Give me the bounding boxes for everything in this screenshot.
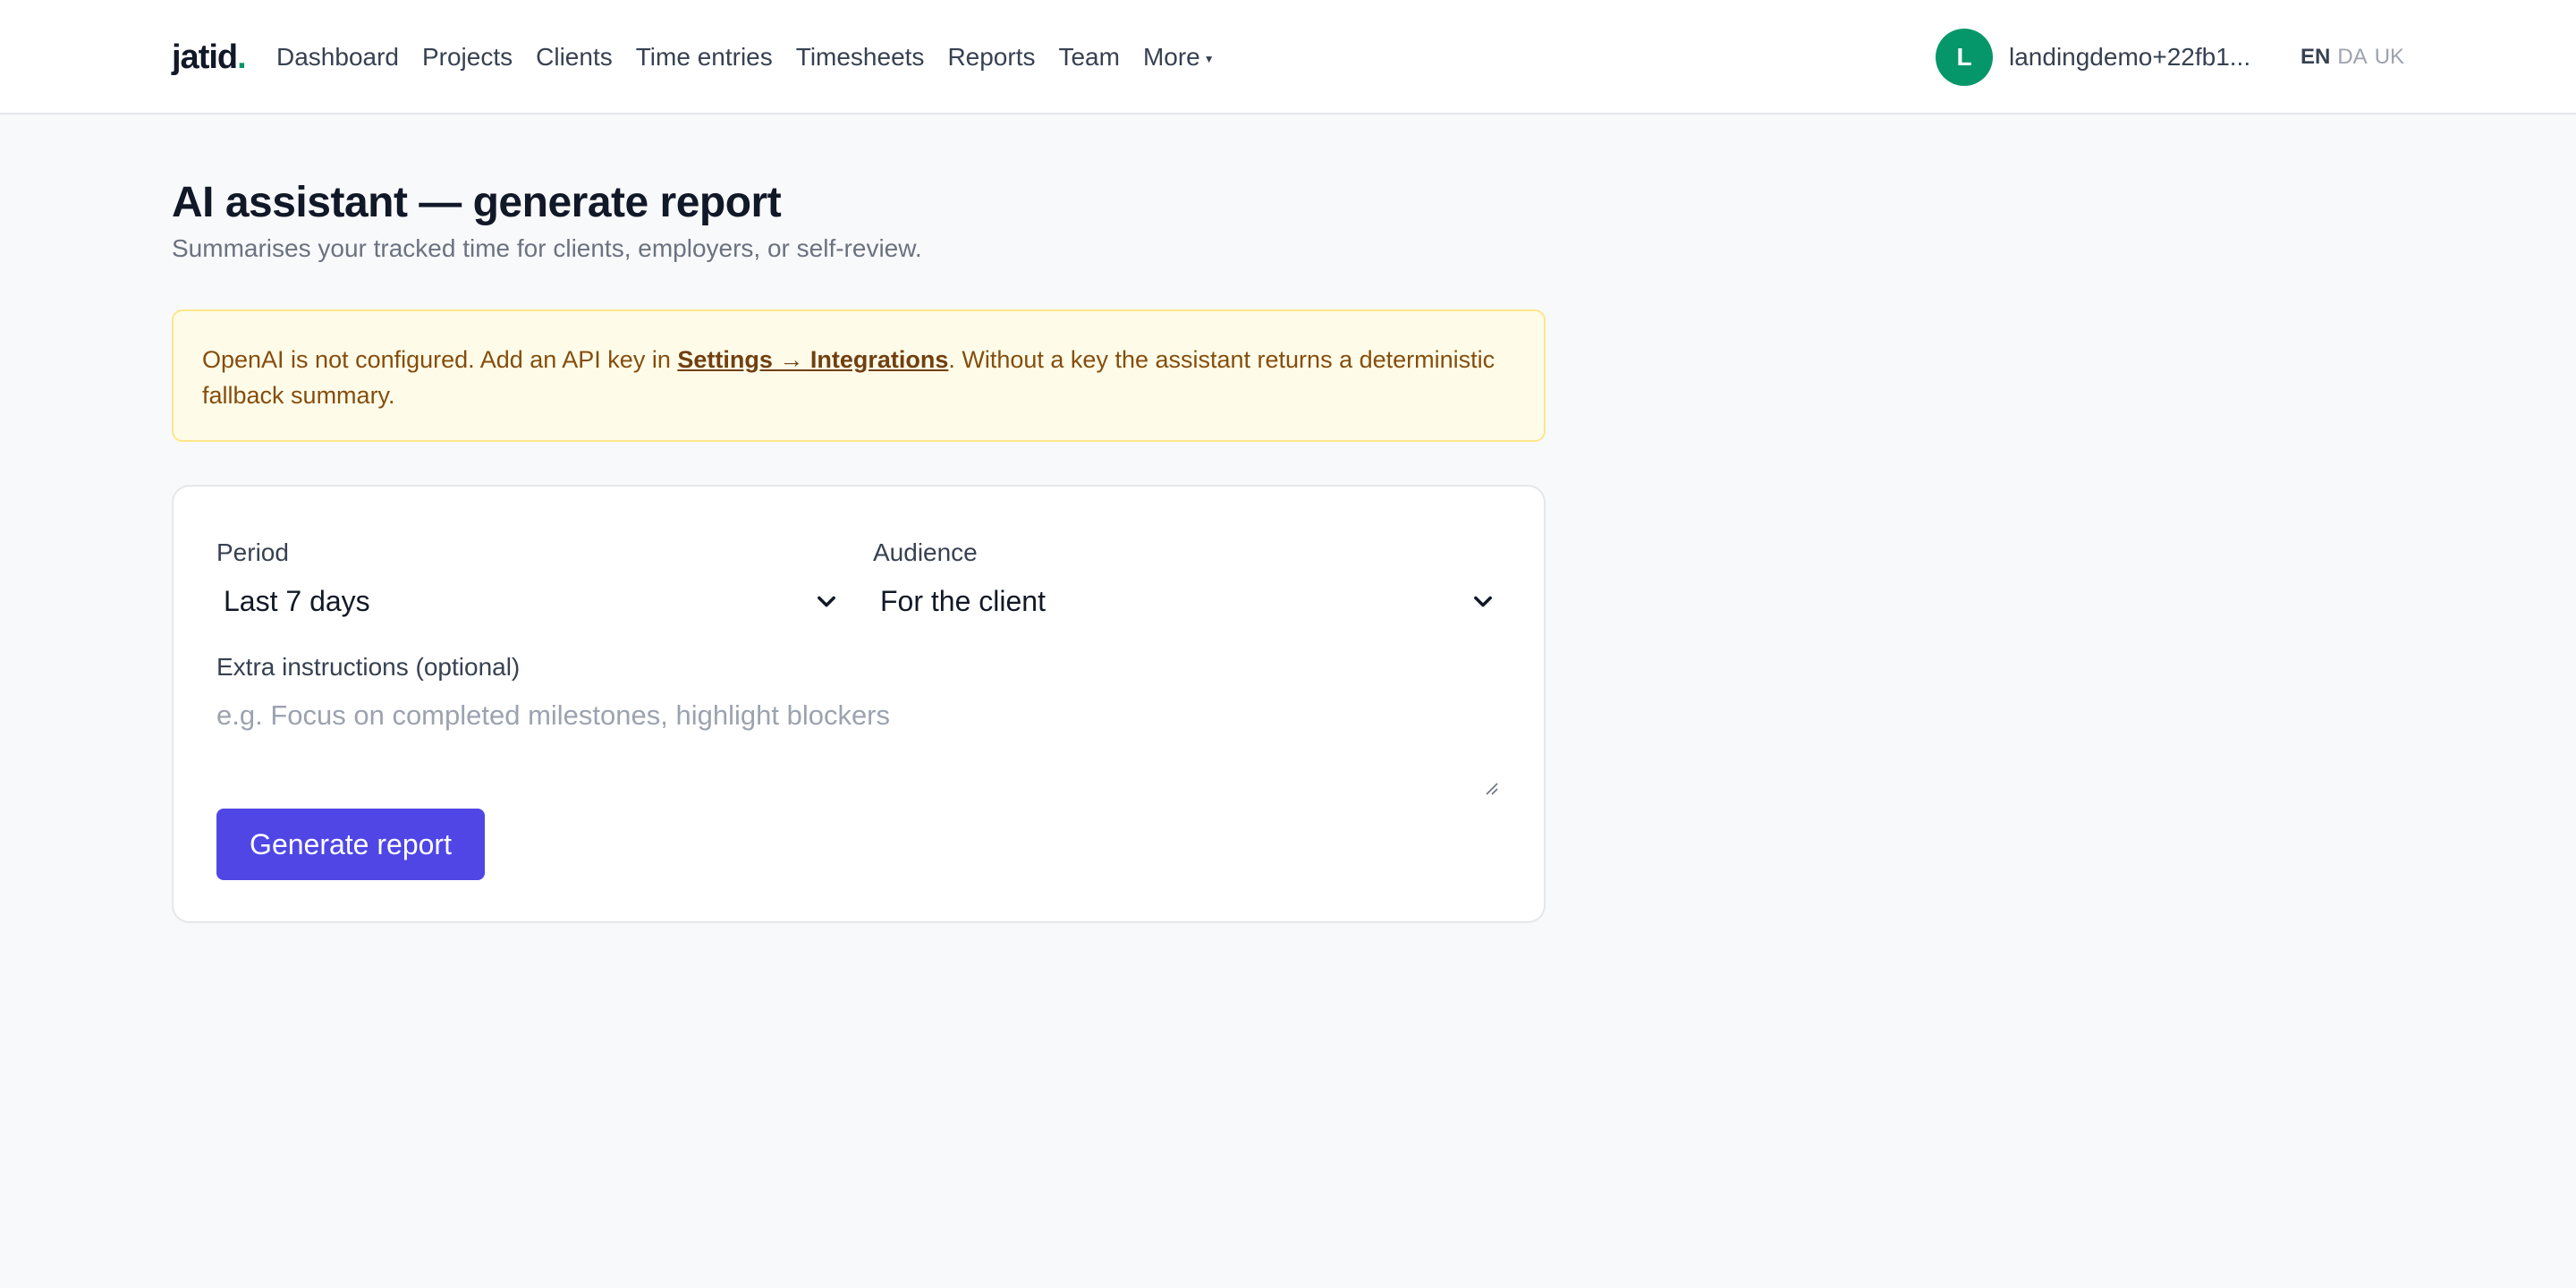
generate-report-button[interactable]: Generate report [216,809,485,880]
nav-item-projects[interactable]: Projects [422,34,513,80]
period-label: Period [216,538,289,566]
nav-more-menu[interactable]: More ▼ [1143,32,1215,82]
settings-integrations-link[interactable]: Settings → Integrations [677,346,948,373]
brand-name: jatid [172,38,238,76]
resize-handle-icon[interactable] [1483,780,1499,796]
brand-dot: . [237,38,247,76]
report-form-card: Period Last 7 days Audience For the clie… [172,485,1546,923]
instructions-label: Extra instructions (optional) [216,653,521,681]
lang-da[interactable]: DA [2337,43,2367,72]
avatar-initial: L [1956,43,1972,71]
nav-item-reports[interactable]: Reports [947,34,1035,80]
top-navigation-bar: jatid. Dashboard Projects Clients Time e… [0,0,2576,114]
nav-item-team[interactable]: Team [1058,34,1119,80]
language-switcher: EN DA UK [2301,43,2404,72]
audience-selected-value: For the client [880,584,1046,617]
avatar: L [1936,29,1993,86]
nav-item-time-entries[interactable]: Time entries [636,34,773,80]
instructions-placeholder: e.g. Focus on completed milestones, high… [216,699,891,731]
user-menu[interactable]: L landingdemo+22fb1... [1936,29,2250,86]
nav-item-timesheets[interactable]: Timesheets [796,34,925,80]
chevron-down-icon [818,596,835,607]
nav-more-label: More [1142,43,1200,71]
audience-select[interactable]: For the client [873,576,1496,626]
chevron-down-icon [1474,596,1492,607]
brand-logo[interactable]: jatid. [172,34,247,80]
nav-item-clients[interactable]: Clients [536,34,613,80]
period-select[interactable]: Last 7 days [216,576,839,626]
main-nav: Dashboard Projects Clients Time entries … [276,34,1215,80]
page-title: AI assistant — generate report [172,179,782,226]
nav-item-dashboard[interactable]: Dashboard [276,34,399,80]
openai-warning-alert: OpenAI is not configured. Add an API key… [172,309,1546,442]
lang-en[interactable]: EN [2301,43,2330,72]
alert-text-before: OpenAI is not configured. Add an API key… [202,346,678,373]
audience-label: Audience [873,538,978,566]
lang-uk[interactable]: UK [2375,43,2404,72]
user-name: landingdemo+22fb1... [2009,43,2251,71]
page-subtitle: Summarises your tracked time for clients… [172,234,922,262]
instructions-textarea[interactable]: e.g. Focus on completed milestones, high… [216,698,1499,796]
period-selected-value: Last 7 days [224,584,370,617]
caret-down-icon: ▼ [1203,53,1215,65]
